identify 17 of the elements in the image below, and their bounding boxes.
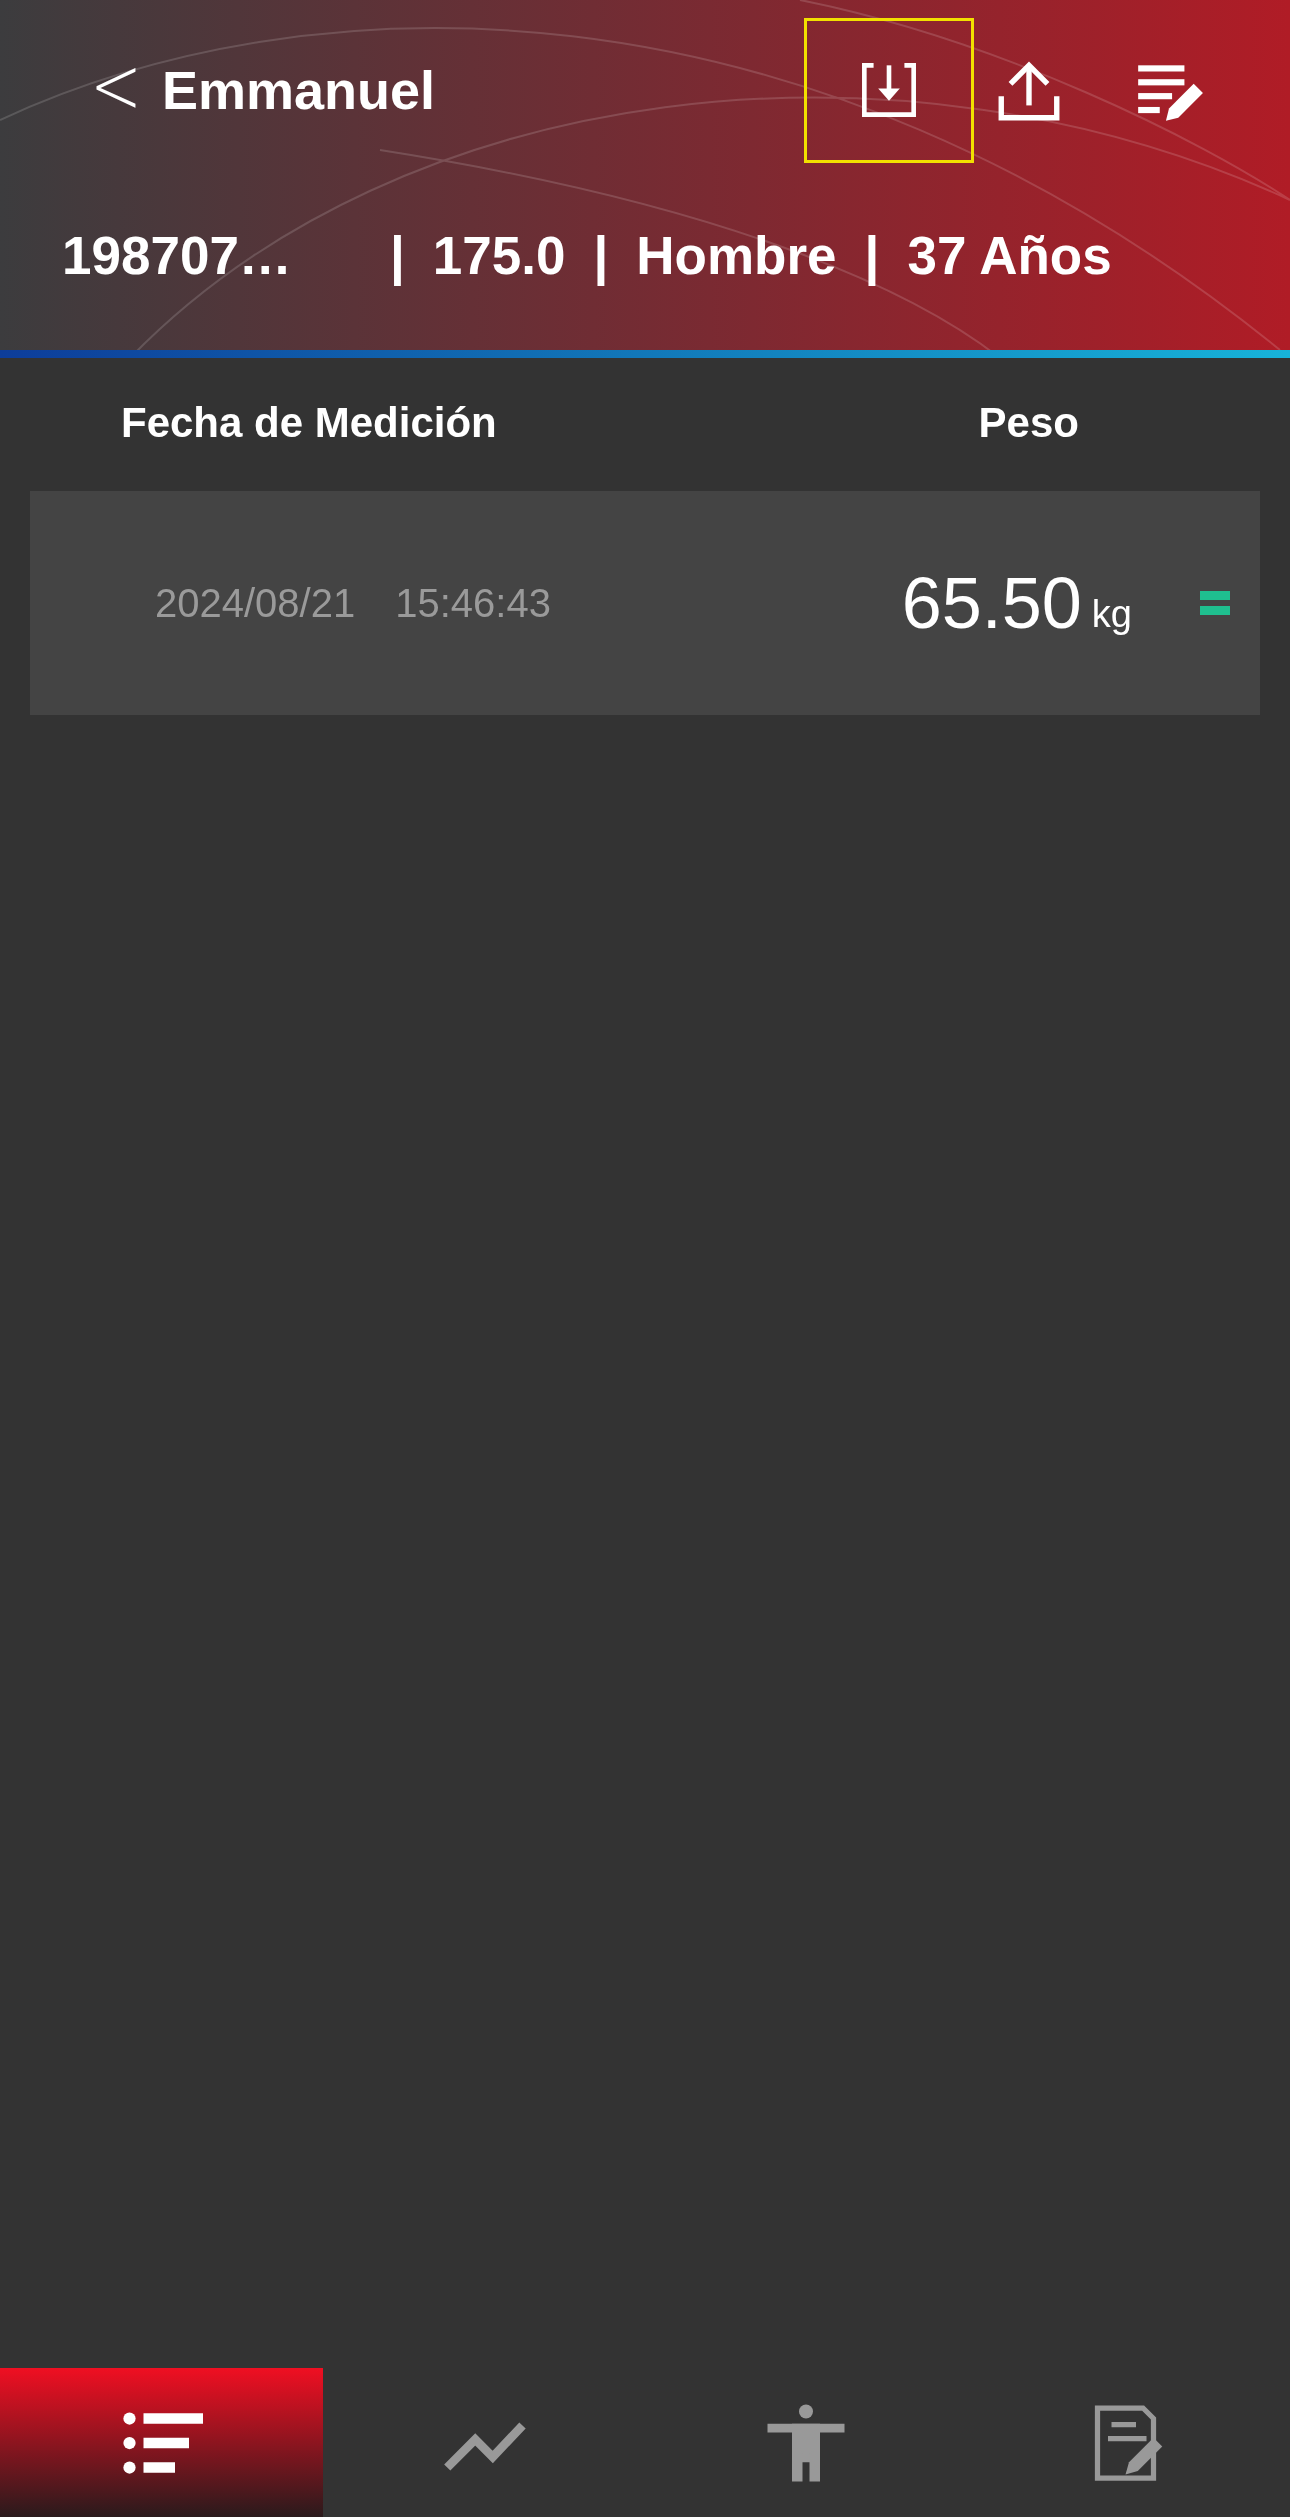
info-text: 175.0 (432, 224, 566, 286)
nav-tab[interactable] (0, 2368, 323, 2517)
column-header: Peso (978, 399, 1079, 447)
separator: | (864, 224, 880, 286)
info-text: 37 Años (907, 224, 1112, 286)
user-name: Emmanuel (161, 59, 436, 121)
column-header: Fecha de Medición (121, 399, 497, 447)
action-button[interactable] (804, 17, 974, 163)
date-time-text: 2024/08/21 15:46:43 (155, 580, 551, 626)
unit-text: kg (1091, 592, 1132, 636)
info-text: Hombre (636, 224, 837, 286)
measurement-row[interactable]: 2024/08/21 15:46:43 65.50 kg (30, 491, 1260, 715)
back-button[interactable]: < (90, 37, 162, 143)
separator: | (593, 224, 609, 286)
weight-value: 65.50 (901, 562, 1082, 644)
info-text: 198707… (62, 224, 293, 286)
separator: | (390, 224, 405, 286)
